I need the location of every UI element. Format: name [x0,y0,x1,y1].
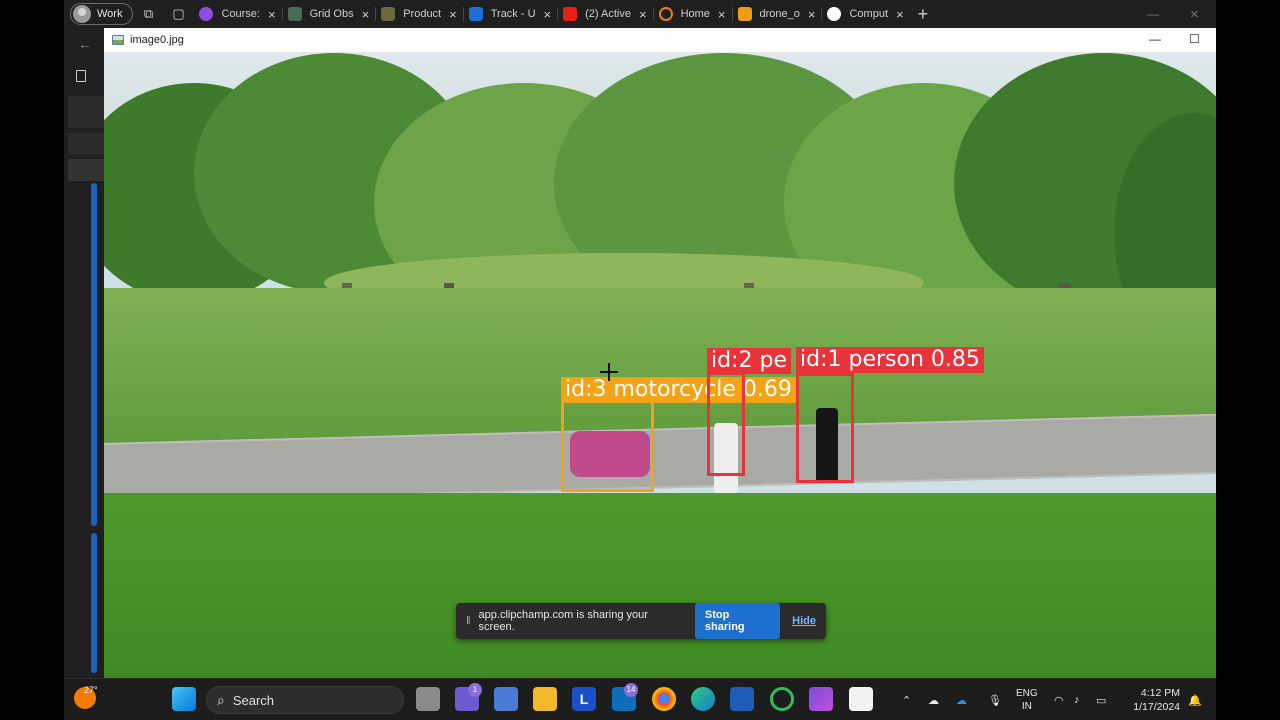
stop-sharing-button[interactable]: Stop sharing [694,603,781,639]
back-arrow-icon[interactable]: ← [78,36,92,52]
edge-icon[interactable] [691,687,715,711]
notification-bell-icon[interactable]: 🔔 [1188,679,1202,720]
minimize-icon[interactable]: — [1147,0,1159,28]
onedrive-icon[interactable]: ☁ [956,679,967,720]
start-button[interactable] [172,687,196,711]
volume-icon[interactable]: ♪ [1074,679,1080,720]
new-tab-button[interactable]: + [918,4,929,25]
minimize-icon[interactable]: — [1149,32,1161,46]
detection-label-person-1: id:1 person 0.85 [796,347,984,373]
image-canvas: id:3 motorcycle 0.69 id:2 pe id:1 person… [104,53,1216,678]
close-window-icon[interactable]: × [1190,0,1199,28]
close-icon[interactable]: × [268,7,276,22]
editor-side-strip: ← [64,28,104,678]
toolbar-block [68,133,104,155]
clipchamp-icon[interactable] [809,687,833,711]
detection-label-motorcycle: id:3 motorcycle 0.69 [561,377,796,403]
chrome-icon[interactable] [652,687,676,711]
file-explorer-icon[interactable] [533,687,557,711]
home-icon [658,7,673,21]
scroll-indicator [91,183,97,526]
weather-temp: 27° [84,685,98,695]
hide-link[interactable]: Hide [792,615,816,627]
share-message: app.clipchamp.com is sharing your screen… [478,609,648,633]
grid-icon [287,7,302,21]
browser-tab[interactable]: Course: × [193,0,281,28]
browser-tab[interactable]: Product × [375,0,463,28]
browser-tab[interactable]: Home × [652,0,732,28]
sync-app-icon[interactable] [770,687,794,711]
lang-bottom: IN [1021,701,1032,712]
profile-label: Work [97,8,123,20]
close-icon[interactable]: × [896,7,904,22]
screen: Work ⧉ ▢ Course: × Grid Obs × Product × Tra… [0,0,1280,720]
detection-box-motorcycle [561,400,654,492]
github-icon [827,7,842,21]
product-icon [381,7,396,21]
tab-actions-icon[interactable]: ▢ [163,3,193,25]
teams-badge: 1 [468,683,482,697]
youtube-icon [563,7,578,21]
drag-handle-icon[interactable]: ‖ [466,615,471,627]
track-icon [468,7,483,21]
close-icon[interactable]: × [639,7,647,22]
microphone-icon[interactable]: 🎙 [988,679,1002,720]
browser-tab[interactable]: drone_o × [731,0,822,28]
browser-tab-bar: Work ⧉ ▢ Course: × Grid Obs × Product × Tra… [64,0,1216,28]
screen-share-bar: ‖ app.clipchamp.com is sharing your scre… [456,603,826,639]
workspaces-icon[interactable]: ⧉ [133,3,163,25]
close-icon[interactable]: × [718,7,726,22]
detection-box-person-2 [707,372,745,476]
notepad-icon[interactable] [849,687,873,711]
clock-date: 1/17/2024 [1133,701,1180,713]
toolbar-block [68,96,104,128]
close-icon[interactable]: × [544,7,552,22]
browser-tab[interactable]: Grid Obs × [281,0,376,28]
front-lawn [104,493,1216,678]
avatar [73,5,91,23]
scroll-indicator [91,533,97,673]
viewer-title-bar: image0.jpg — ☐ [104,28,1216,53]
hourglass-icon [737,7,752,21]
udemy-icon [199,7,214,21]
image-viewer-window: image0.jpg — ☐ id:3 motorcycle 0.69 id:2… [104,28,1216,678]
viewer-title: image0.jpg [130,34,184,46]
language-indicator[interactable]: ENG IN [1016,679,1038,720]
taskbar: 27° ⌕ Search 1 L 14 ⌃ ☁ ☁ 🎙 ENG IN ◠ ♪ ▭… [64,678,1216,720]
close-icon[interactable]: × [449,7,457,22]
clock-time: 4:12 PM [1140,687,1180,699]
file-icon[interactable] [76,70,86,82]
search-label: Search [232,692,275,708]
task-view-icon[interactable] [416,687,440,711]
close-icon[interactable]: × [808,7,816,22]
app-l-icon[interactable]: L [572,687,596,711]
profile-button[interactable]: Work [70,3,134,25]
search-icon: ⌕ [217,691,225,708]
detection-label-person-2: id:2 pe [707,348,791,374]
word-icon[interactable] [730,687,754,711]
image-file-icon [112,35,124,45]
close-icon[interactable]: × [362,7,370,22]
browser-tab[interactable]: (2) Active × [557,0,652,28]
clock[interactable]: 4:12 PM 1/17/2024 [1124,679,1180,720]
search-box[interactable]: ⌕ Search [206,686,404,714]
battery-icon[interactable]: ▭ [1096,679,1106,720]
maximize-icon[interactable]: ☐ [1189,32,1200,46]
outlook-badge: 14 [624,683,638,697]
browser-tab[interactable]: Track - U × [462,0,557,28]
crosshair-cursor-icon [600,363,618,381]
cloud-icon[interactable]: ☁ [928,679,939,720]
store-icon[interactable] [494,687,518,711]
detection-box-person-1 [796,373,854,483]
browser-tab[interactable]: Comput × [821,0,909,28]
lang-top: ENG [1016,688,1038,699]
wifi-icon[interactable]: ◠ [1054,679,1064,720]
save-icon[interactable] [68,159,104,181]
tray-overflow-icon[interactable]: ⌃ [902,679,911,720]
